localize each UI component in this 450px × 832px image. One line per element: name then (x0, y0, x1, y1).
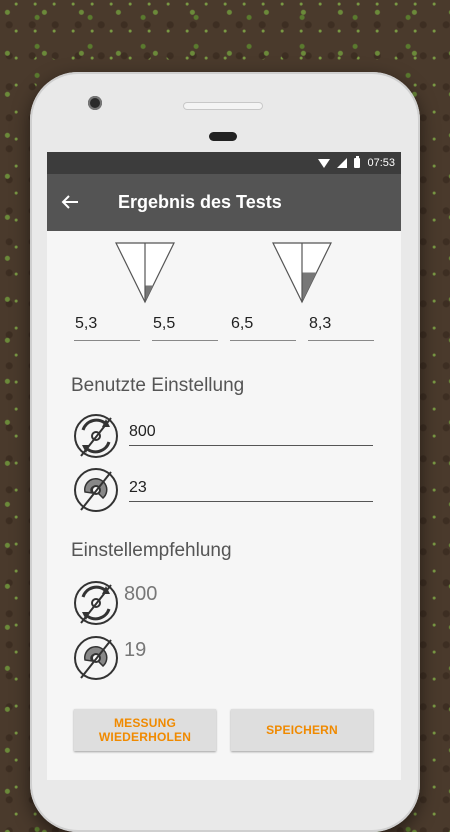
measurement-field-2[interactable]: 5,5 (152, 315, 218, 341)
result-content: 5,3 5,5 6,5 8,3 Benutzte Einstellung 800 (47, 231, 401, 780)
repeat-measurement-button[interactable]: MESSUNG WIEDERHOLEN (74, 709, 216, 751)
recommended-disc-value: 19 (124, 639, 147, 661)
earpiece (209, 132, 237, 141)
toolbar: Ergebnis des Tests (47, 174, 401, 231)
phone-top-bar (183, 102, 263, 110)
funnel-gauge-icon (115, 242, 175, 304)
save-button[interactable]: SPEICHERN (231, 709, 373, 751)
measurement-field-3[interactable]: 6,5 (230, 315, 296, 341)
rotation-speed-icon (73, 580, 119, 626)
measurement-field-1[interactable]: 5,3 (74, 315, 140, 341)
status-time: 07:53 (367, 157, 395, 169)
rotation-speed-icon (73, 413, 119, 459)
battery-icon (354, 156, 361, 168)
arrow-back-icon[interactable] (61, 192, 101, 214)
measurement-field-4[interactable]: 8,3 (308, 315, 374, 341)
disc-input[interactable]: 23 (129, 479, 373, 502)
spreader-disc-icon (73, 467, 119, 513)
front-camera (88, 96, 102, 110)
rpm-input[interactable]: 800 (129, 423, 373, 446)
funnel-gauge-icon (272, 242, 332, 304)
spreader-disc-icon (73, 635, 119, 681)
page-title: Ergebnis des Tests (118, 192, 282, 212)
recommendation-title: Einstellempfehlung (71, 540, 232, 561)
status-bar: 07:53 (47, 152, 401, 174)
signal-icon (337, 158, 348, 168)
recommended-rpm-value: 800 (124, 583, 158, 605)
app-screen: 07:53 Ergebnis des Tests 5,3 5,5 6,5 8,3… (47, 152, 401, 780)
used-settings-title: Benutzte Einstellung (71, 375, 245, 396)
wifi-icon (318, 158, 331, 168)
